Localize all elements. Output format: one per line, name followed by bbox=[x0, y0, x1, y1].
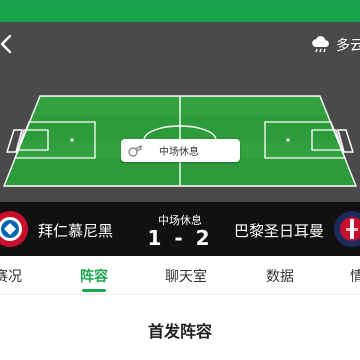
halftime-banner: 中场休息 bbox=[121, 139, 240, 162]
section-title-starting-lineup: 首发阵容 bbox=[147, 322, 212, 341]
halftime-label: 中场休息 bbox=[159, 147, 199, 158]
tabs-divider bbox=[0, 294, 360, 295]
active-tab-indicator bbox=[82, 289, 106, 292]
back-chevron-icon[interactable] bbox=[0, 33, 18, 55]
weather-label: 多云 bbox=[336, 38, 360, 54]
rain-cloud-icon bbox=[312, 36, 329, 53]
weather-indicator: 多云 bbox=[310, 34, 360, 56]
scoreboard: 拜仁慕尼黑 中场休息 1 - 2 巴黎圣日耳曼 bbox=[0, 202, 360, 256]
tab-intel[interactable]: 情 bbox=[350, 266, 360, 286]
whistle-icon bbox=[128, 144, 142, 157]
tab-match-events[interactable]: 赛况 bbox=[0, 266, 22, 286]
tab-lineup[interactable]: 阵容 bbox=[80, 266, 108, 286]
status-bar bbox=[0, 0, 360, 22]
away-team-name[interactable]: 巴黎圣日耳曼 bbox=[234, 220, 324, 241]
match-tabs: 赛况 阵容 聊天室 数据 情 bbox=[0, 256, 360, 294]
tab-chatroom[interactable]: 聊天室 bbox=[165, 266, 207, 286]
tab-stats[interactable]: 数据 bbox=[266, 266, 294, 286]
football-pitch bbox=[2, 95, 358, 187]
